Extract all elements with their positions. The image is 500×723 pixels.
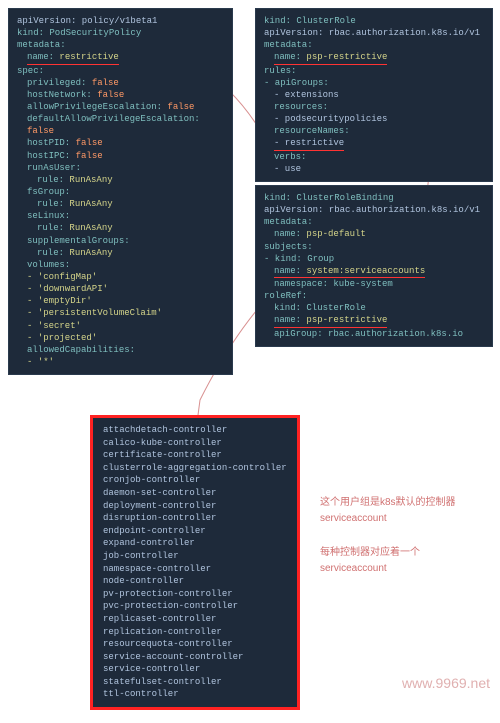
k: rule: <box>37 248 64 258</box>
crb-roleref-key: name: <box>274 315 301 325</box>
line: apiVersion: rbac.authorization.k8s.io/v1 <box>264 28 480 38</box>
vol: - 'projected' <box>27 333 97 343</box>
line: roleRef: <box>264 291 307 301</box>
sa-item: deployment-controller <box>103 500 287 513</box>
k: rule: <box>37 223 64 233</box>
annotation-2: 每种控制器对应着一个 serviceaccount <box>320 545 470 577</box>
line: metadata: <box>17 40 66 50</box>
cr-name-val: psp-restrictive <box>306 52 387 62</box>
sa-item: service-account-controller <box>103 651 287 664</box>
psp-code-block: apiVersion: policy/v1beta1 kind: PodSecu… <box>8 8 233 375</box>
serviceaccounts-list-block: attachdetach-controllercalico-kube-contr… <box>90 415 300 710</box>
k: rule: <box>37 199 64 209</box>
crb-roleref-val: psp-restrictive <box>306 315 387 325</box>
v: RunAsAny <box>69 248 112 258</box>
line: subjects: <box>264 242 313 252</box>
line: allowedCapabilities: <box>27 345 135 355</box>
sa-item: daemon-set-controller <box>103 487 287 500</box>
k: privileged: <box>27 78 86 88</box>
sa-item: clusterrole-aggregation-controller <box>103 462 287 475</box>
sa-item: statefulset-controller <box>103 676 287 689</box>
sa-item: expand-controller <box>103 537 287 550</box>
line: supplementalGroups: <box>27 236 130 246</box>
sa-item: namespace-controller <box>103 563 287 576</box>
sa-item: cronjob-controller <box>103 474 287 487</box>
v: RunAsAny <box>69 175 112 185</box>
sa-item: replicaset-controller <box>103 613 287 626</box>
line: runAsUser: <box>27 163 81 173</box>
v: false <box>76 151 103 161</box>
v: psp-default <box>306 229 365 239</box>
k: rule: <box>37 175 64 185</box>
line: seLinux: <box>27 211 70 221</box>
vol: - 'configMap' <box>27 272 97 282</box>
sa-item: replication-controller <box>103 626 287 639</box>
line: - '*' <box>27 357 54 367</box>
k: hostPID: <box>27 138 70 148</box>
annotation-1: 这个用户组是k8s默认的控制器 serviceaccount <box>320 495 470 527</box>
psp-name-key: name: <box>27 52 54 62</box>
line: kind: ClusterRoleBinding <box>264 193 394 203</box>
sa-item: calico-kube-controller <box>103 437 287 450</box>
vol: - 'emptyDir' <box>27 296 92 306</box>
line: spec: <box>17 66 44 76</box>
line: resourceNames: <box>274 126 350 136</box>
sa-item: endpoint-controller <box>103 525 287 538</box>
sa-item: pvc-protection-controller <box>103 600 287 613</box>
k: hostIPC: <box>27 151 70 161</box>
v: false <box>92 78 119 88</box>
v: RunAsAny <box>69 199 112 209</box>
line: - apiGroups: <box>264 78 329 88</box>
cr-name-key: name: <box>274 52 301 62</box>
line: kind: ClusterRole <box>264 16 356 26</box>
line: apiVersion: rbac.authorization.k8s.io/v1 <box>264 205 480 215</box>
vol: - 'secret' <box>27 321 81 331</box>
sa-item: ttl-controller <box>103 688 287 701</box>
sa-item: service-controller <box>103 663 287 676</box>
sa-item: attachdetach-controller <box>103 424 287 437</box>
v: false <box>167 102 194 112</box>
line: - extensions <box>274 90 339 100</box>
vol: - 'downwardAPI' <box>27 284 108 294</box>
sa-item: resourcequota-controller <box>103 638 287 651</box>
v: false <box>76 138 103 148</box>
line: apiGroup: rbac.authorization.k8s.io <box>274 329 463 339</box>
line: verbs: <box>274 152 306 162</box>
line: volumes: <box>27 260 70 270</box>
line: kind: PodSecurityPolicy <box>17 28 141 38</box>
sa-item: disruption-controller <box>103 512 287 525</box>
line: metadata: <box>264 217 313 227</box>
crb-subj-key: name: <box>274 266 301 276</box>
sa-item: node-controller <box>103 575 287 588</box>
line: - podsecuritypolicies <box>274 114 387 124</box>
line: resources: <box>274 102 328 112</box>
v: false <box>27 126 54 136</box>
sa-item: job-controller <box>103 550 287 563</box>
k: defaultAllowPrivilegeEscalation: <box>27 114 200 124</box>
clusterrole-code-block: kind: ClusterRole apiVersion: rbac.autho… <box>255 8 493 182</box>
k: name: <box>274 229 301 239</box>
v: RunAsAny <box>69 223 112 233</box>
clusterrolebinding-code-block: kind: ClusterRoleBinding apiVersion: rba… <box>255 185 493 347</box>
line: fsGroup: <box>27 187 70 197</box>
line: kind: ClusterRole <box>274 303 366 313</box>
vol: - 'persistentVolumeClaim' <box>27 308 162 318</box>
line: - kind: Group <box>264 254 334 264</box>
sa-item: certificate-controller <box>103 449 287 462</box>
k: hostNetwork: <box>27 90 92 100</box>
cr-resname: - restrictive <box>274 137 344 150</box>
k: allowPrivilegeEscalation: <box>27 102 162 112</box>
line: namespace: kube-system <box>274 279 393 289</box>
v: false <box>97 90 124 100</box>
line: metadata: <box>264 40 313 50</box>
crb-subj-val: system:serviceaccounts <box>306 266 425 276</box>
line: apiVersion: policy/v1beta1 <box>17 16 157 26</box>
psp-name-val: restrictive <box>59 52 118 62</box>
watermark: www.9969.net <box>402 675 490 691</box>
line: - use <box>274 164 301 174</box>
line: rules: <box>264 66 296 76</box>
sa-item: pv-protection-controller <box>103 588 287 601</box>
